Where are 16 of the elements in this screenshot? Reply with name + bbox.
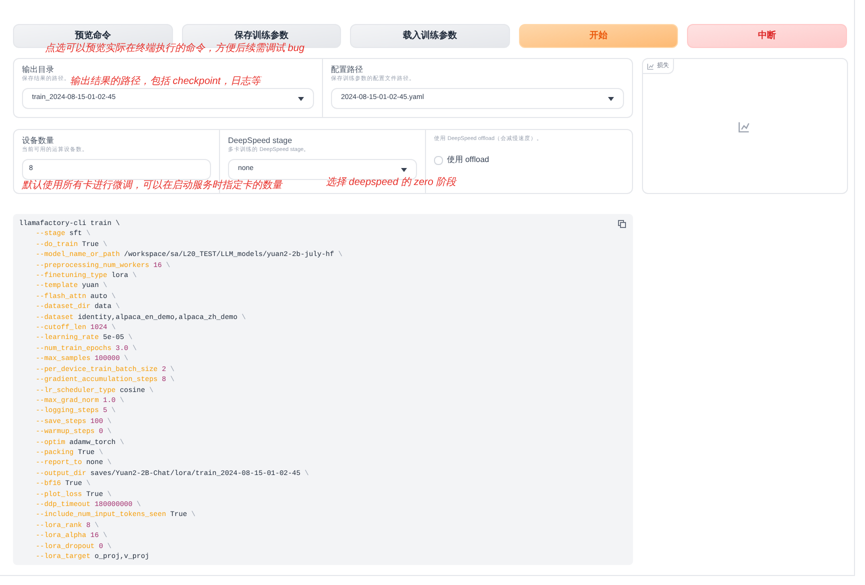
copy-icon[interactable] [618,220,626,228]
field-label: 配置路径 [331,64,364,75]
offload-checkbox[interactable]: 使用 offload [434,154,624,166]
field-label: 设备数量 [22,135,55,146]
dropdown-caret-icon [298,96,304,100]
chart-icon [647,62,654,70]
chart-icon [738,121,750,133]
field-label: DeepSpeed stage [228,135,294,146]
field-label: 输出目录 [22,64,55,75]
dropdown-caret-icon [401,168,407,172]
action-button[interactable]: 中断 [687,24,847,48]
annotation-text: 输出结果的路径，包括 checkpoint，日志等 [70,76,261,88]
dropdown-caret-icon [608,96,614,100]
annotation-text: 选择 deepspeed 的 zero 阶段 [326,177,456,189]
action-button[interactable]: 载入训练参数 [350,24,510,48]
annotation-text: 默认使用所有卡进行微调，可以在启动服务时指定卡的数量 [22,180,282,192]
